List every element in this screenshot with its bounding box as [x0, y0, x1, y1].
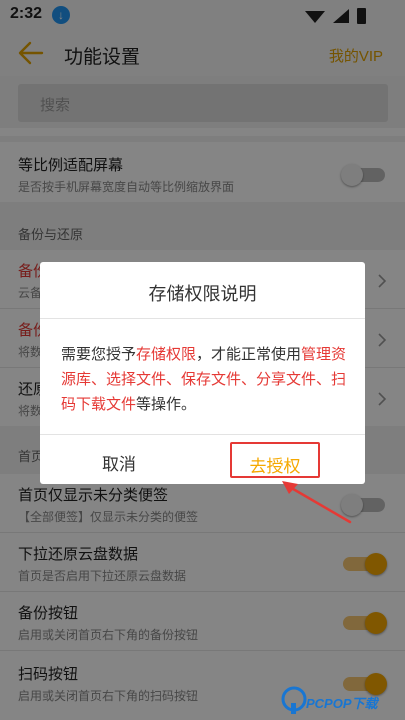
watermark-text: PCPOP下载 [306, 696, 378, 711]
dialog-highlight-permission: 存储权限 [136, 346, 197, 363]
dialog-title: 存储权限说明 [148, 284, 257, 304]
dialog-message: 需要您授予存储权限，才能正常使用管理资源库、选择文件、保存文件、分享文件、扫码下… [61, 342, 351, 417]
annotation-arrow-icon [282, 481, 352, 524]
grant-permission-button[interactable]: 去授权 [230, 442, 320, 478]
watermark: PCPOP下载 [280, 683, 405, 717]
dialog-divider [40, 318, 365, 319]
dialog-divider [40, 434, 365, 435]
settings-screen: 2:32 ↓ 功能设置 我的VIP 搜索 等比例适配屏幕 是否按手机屏幕宽度自动… [0, 0, 405, 720]
dialog-message-suffix: 等操作。 [136, 396, 197, 413]
cancel-button[interactable]: 取消 [102, 450, 136, 475]
grant-permission-label: 去授权 [249, 457, 301, 476]
dialog-message-mid: ，才能正常使用 [196, 346, 302, 363]
dialog-message-prefix: 需要您授予 [61, 346, 137, 363]
storage-permission-dialog: 存储权限说明 需要您授予存储权限，才能正常使用管理资源库、选择文件、保存文件、分… [40, 262, 365, 484]
